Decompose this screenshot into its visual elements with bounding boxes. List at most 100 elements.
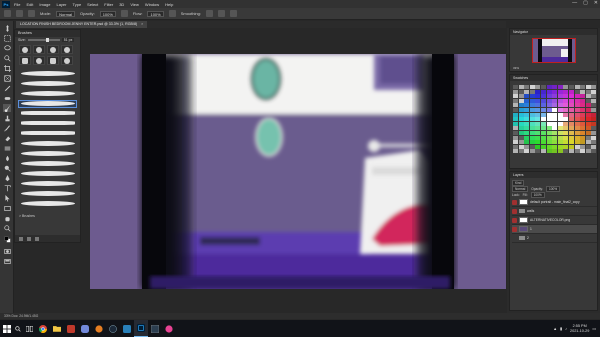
swatch[interactable] <box>580 126 586 131</box>
network-icon[interactable]: ▮ <box>560 326 562 331</box>
swatch[interactable] <box>568 135 574 140</box>
swatch[interactable] <box>574 89 580 94</box>
swatch[interactable] <box>580 89 586 94</box>
history-brush-tool-icon[interactable] <box>3 124 11 132</box>
swatch[interactable] <box>518 103 524 108</box>
swatch[interactable] <box>563 112 569 117</box>
swatch[interactable] <box>524 135 530 140</box>
swatch[interactable] <box>529 89 535 94</box>
swatch[interactable] <box>591 149 597 154</box>
swatch[interactable] <box>557 98 563 103</box>
swatch[interactable] <box>568 121 574 126</box>
swatch[interactable] <box>546 89 552 94</box>
swatch[interactable] <box>535 107 541 112</box>
quick-mask-icon[interactable] <box>3 247 11 255</box>
swatch[interactable] <box>524 112 530 117</box>
hand-tool-icon[interactable] <box>3 214 11 222</box>
swatch[interactable] <box>580 130 586 135</box>
swatch[interactable] <box>563 85 569 89</box>
swatch[interactable] <box>568 126 574 131</box>
swatch[interactable] <box>546 144 552 149</box>
swatch[interactable] <box>580 121 586 126</box>
swatch[interactable] <box>540 126 546 131</box>
swatch[interactable] <box>563 98 569 103</box>
swatch[interactable] <box>546 135 552 140</box>
brush-tip[interactable] <box>61 45 73 54</box>
swatch[interactable] <box>557 89 563 94</box>
swatch[interactable] <box>552 121 558 126</box>
swatch[interactable] <box>518 107 524 112</box>
lasso-tool-icon[interactable] <box>3 44 11 52</box>
gradient-tool-icon[interactable] <box>3 144 11 152</box>
swatch[interactable] <box>580 117 586 122</box>
frame-tool-icon[interactable] <box>3 74 11 82</box>
swatch[interactable] <box>557 130 563 135</box>
swatch[interactable] <box>513 103 518 108</box>
swatch[interactable] <box>563 121 569 126</box>
swatch[interactable] <box>513 140 518 145</box>
volume-icon[interactable]: ♪ <box>565 327 567 331</box>
swatch[interactable] <box>591 117 597 122</box>
flow-field[interactable]: 100% <box>147 10 164 17</box>
swatch[interactable] <box>580 98 586 103</box>
task-view-button[interactable] <box>22 320 36 337</box>
swatch[interactable] <box>546 140 552 145</box>
swatch[interactable] <box>518 126 524 131</box>
swatch[interactable] <box>574 85 580 89</box>
swatch[interactable] <box>540 112 546 117</box>
taskbar-app-pink[interactable] <box>162 320 176 337</box>
taskbar-app-dark[interactable] <box>148 320 162 337</box>
visibility-eye-icon[interactable] <box>512 199 517 205</box>
healing-brush-tool-icon[interactable] <box>3 94 11 102</box>
airbrush-icon[interactable] <box>168 10 176 17</box>
swatch[interactable] <box>552 94 558 99</box>
swatch[interactable] <box>563 135 569 140</box>
brush-size-slider[interactable] <box>27 38 60 42</box>
swatch[interactable] <box>518 94 524 99</box>
swatch[interactable] <box>585 144 591 149</box>
swatch[interactable] <box>529 149 535 154</box>
swatch[interactable] <box>563 89 569 94</box>
swatch[interactable] <box>540 130 546 135</box>
swatch[interactable] <box>518 135 524 140</box>
swatch[interactable] <box>574 98 580 103</box>
swatch[interactable] <box>552 89 558 94</box>
swatch[interactable] <box>585 89 591 94</box>
swatch[interactable] <box>585 85 591 89</box>
swatch[interactable] <box>574 117 580 122</box>
swatch[interactable] <box>557 107 563 112</box>
swatch[interactable] <box>518 144 524 149</box>
swatch[interactable] <box>580 144 586 149</box>
swatch[interactable] <box>563 149 569 154</box>
rectangle-tool-icon[interactable] <box>3 204 11 212</box>
canvas-workspace[interactable] <box>82 28 506 313</box>
blend-mode-select[interactable]: Normal <box>512 186 529 192</box>
menu-edit[interactable]: Edit <box>26 2 33 7</box>
swatch[interactable] <box>557 117 563 122</box>
swatch[interactable] <box>557 121 563 126</box>
swatch[interactable] <box>580 149 586 154</box>
crop-tool-icon[interactable] <box>3 64 11 72</box>
swatch[interactable] <box>524 126 530 131</box>
layer-row[interactable]: walls <box>512 207 597 216</box>
swatch[interactable] <box>585 107 591 112</box>
brush-preset[interactable] <box>19 141 76 147</box>
smoothing-settings-icon[interactable] <box>205 10 213 17</box>
swatch[interactable] <box>513 126 518 131</box>
menu-help[interactable]: Help <box>165 2 173 7</box>
swatch[interactable] <box>563 144 569 149</box>
brush-tool-icon[interactable] <box>3 104 11 112</box>
swatch[interactable] <box>535 85 541 89</box>
swatch[interactable] <box>580 135 586 140</box>
blur-tool-icon[interactable] <box>3 154 11 162</box>
swatch[interactable] <box>540 135 546 140</box>
swatch[interactable] <box>535 140 541 145</box>
swatch[interactable] <box>574 94 580 99</box>
taskbar-chrome[interactable] <box>36 320 50 337</box>
swatch[interactable] <box>529 121 535 126</box>
swatch[interactable] <box>535 149 541 154</box>
swatch[interactable] <box>529 107 535 112</box>
swatch[interactable] <box>540 98 546 103</box>
swatch[interactable] <box>563 94 569 99</box>
swatch[interactable] <box>591 135 597 140</box>
